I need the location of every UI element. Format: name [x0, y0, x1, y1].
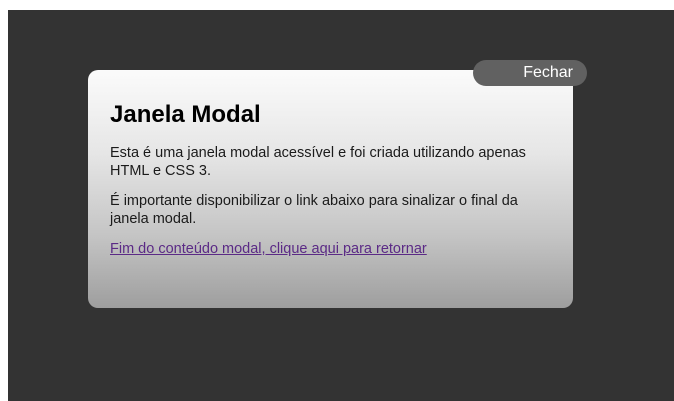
modal-dialog: Fechar Janela Modal Esta é uma janela mo… — [88, 60, 587, 308]
close-button[interactable]: Fechar — [473, 60, 587, 86]
return-link[interactable]: Fim do conteúdo modal, clique aqui para … — [110, 241, 427, 257]
modal-title: Janela Modal — [110, 101, 261, 128]
modal-paragraph-2: É importante disponibilizar o link abaix… — [110, 193, 518, 227]
modal-paragraph-1: Esta é uma janela modal acessível e foi … — [110, 145, 526, 179]
modal-backdrop: Fechar Janela Modal Esta é uma janela mo… — [8, 10, 674, 401]
